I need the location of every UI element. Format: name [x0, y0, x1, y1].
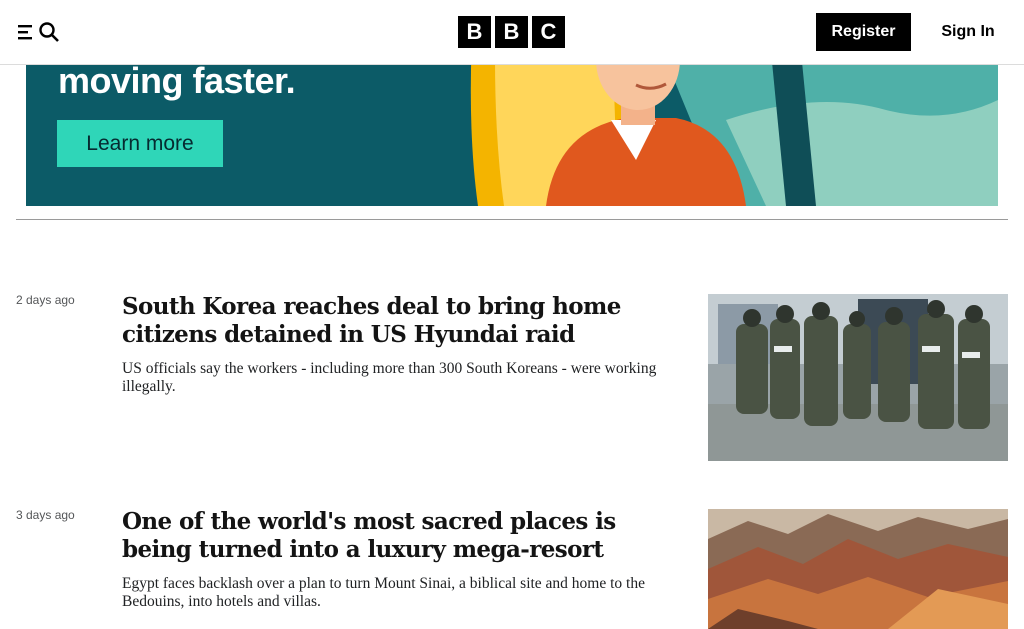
story-photo — [708, 294, 1008, 461]
logo-letter: B — [495, 16, 528, 48]
learn-more-button[interactable]: Learn more — [57, 120, 223, 167]
story-headline[interactable]: One of the world's most sacred places is… — [122, 508, 692, 564]
story-image[interactable] — [708, 509, 1008, 629]
bbc-logo[interactable]: B B C — [458, 16, 565, 48]
site-header: B B C Register Sign In — [0, 0, 1024, 65]
section-divider — [16, 219, 1008, 220]
story-image[interactable] — [708, 294, 1008, 461]
menu-icon — [18, 25, 32, 40]
logo-letter: C — [532, 16, 565, 48]
sign-in-button[interactable]: Sign In — [928, 13, 1008, 51]
search-icon — [39, 22, 59, 42]
story-card[interactable]: 3 days ago One of the world's most sacre… — [16, 508, 1008, 629]
story-card[interactable]: 2 days ago South Korea reaches deal to b… — [16, 293, 1008, 461]
story-timestamp: 2 days ago — [16, 293, 75, 307]
logo-letter: B — [458, 16, 491, 48]
ad-headline: moving faster. — [58, 60, 296, 101]
story-headline[interactable]: South Korea reaches deal to bring home c… — [122, 293, 692, 349]
register-button[interactable]: Register — [816, 13, 911, 51]
story-timestamp: 3 days ago — [16, 508, 75, 522]
story-summary: US officials say the workers - including… — [122, 360, 657, 395]
menu-search-button[interactable] — [16, 17, 64, 47]
story-photo — [708, 509, 1008, 629]
story-summary: Egypt faces backlash over a plan to turn… — [122, 575, 645, 610]
